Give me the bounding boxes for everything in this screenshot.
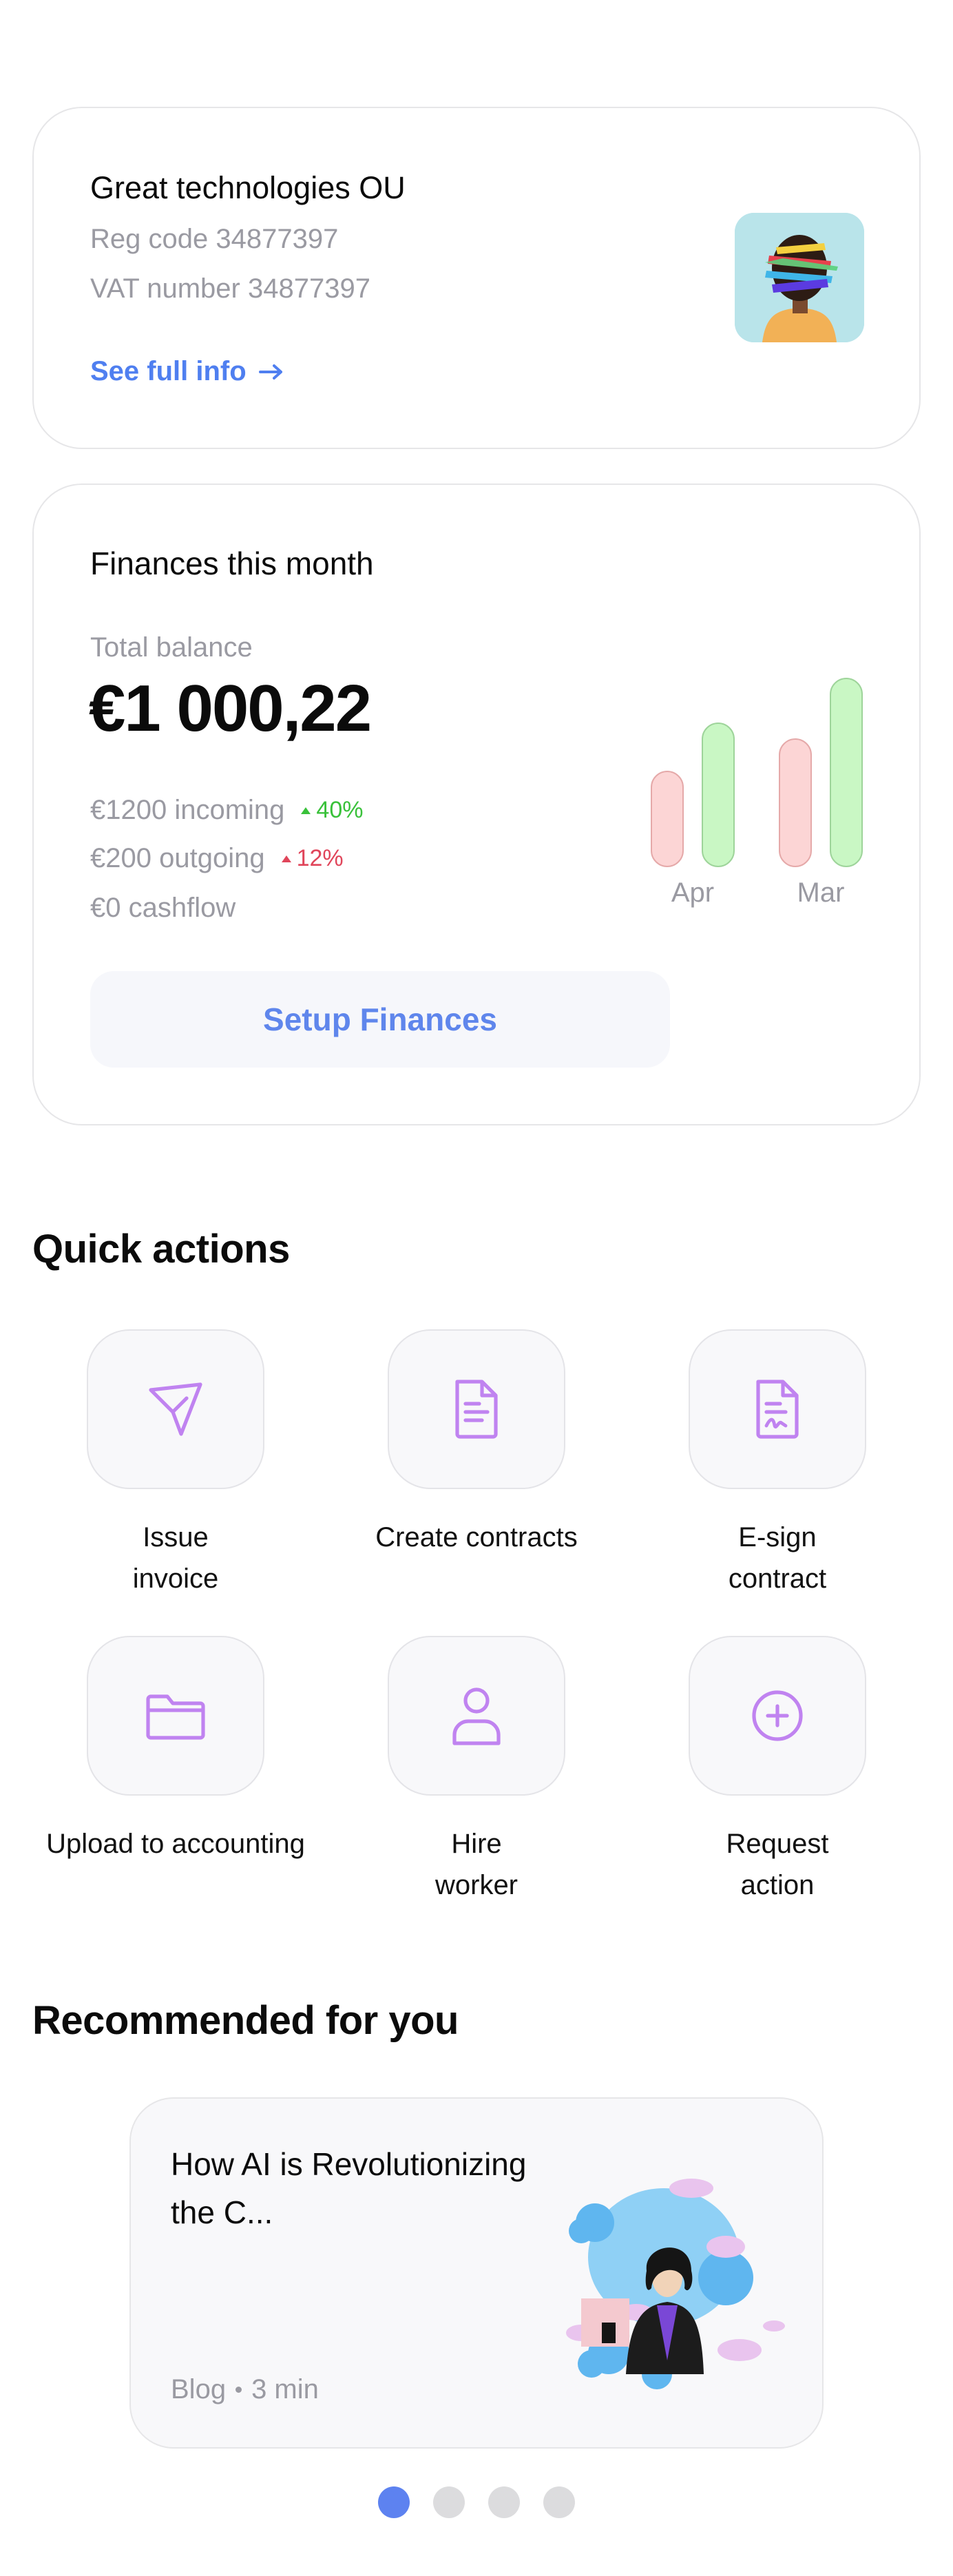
balance-label: Total balance <box>90 632 253 663</box>
action-hire-worker[interactable]: Hire worker <box>325 1636 628 1906</box>
action-e-sign-contract[interactable]: E-sign contract <box>626 1329 929 1599</box>
cashflow-amount: €0 cashflow <box>90 893 236 923</box>
incoming-pct: 40% <box>316 797 364 823</box>
incoming-change: 40% <box>301 797 363 824</box>
article-duration: 3 min <box>251 2374 319 2404</box>
pagination-dot[interactable] <box>488 2486 520 2518</box>
chart-label-mar: Mar <box>797 877 845 908</box>
send-icon <box>149 1382 202 1436</box>
finances-bar-chart: Apr Mar <box>651 674 866 908</box>
article-title: How AI is Revolutionizing the C... <box>171 2146 527 2230</box>
action-label: E-sign contract <box>728 1522 827 1594</box>
action-tile[interactable] <box>689 1329 866 1489</box>
article-illustration <box>566 2179 785 2389</box>
recommended-title: Recommended for you <box>32 1998 459 2043</box>
outgoing-row: €200 outgoing 12% <box>90 843 344 874</box>
see-full-info-label: See full info <box>90 356 247 386</box>
article-meta: Blog 3 min <box>171 2374 319 2405</box>
folder-icon <box>146 1694 205 1740</box>
action-request-action[interactable]: Request action <box>626 1636 929 1906</box>
up-triangle-icon <box>301 807 311 814</box>
total-balance: €1 000,22 <box>89 672 372 745</box>
outgoing-amount: €200 outgoing <box>90 843 265 873</box>
separator-dot <box>235 2387 242 2393</box>
pagination-dot[interactable] <box>433 2486 465 2518</box>
finances-title: Finances this month <box>90 546 374 581</box>
action-issue-invoice[interactable]: Issue invoice <box>24 1329 327 1599</box>
document-icon <box>455 1380 498 1439</box>
action-tile[interactable] <box>87 1636 264 1796</box>
company-avatar[interactable] <box>735 213 864 342</box>
cashflow-row: €0 cashflow <box>90 893 235 924</box>
incoming-amount: €1200 incoming <box>90 795 285 825</box>
chart-bar-apr-out <box>651 771 684 867</box>
action-tile[interactable] <box>388 1329 565 1489</box>
plus-circle-icon <box>752 1690 803 1741</box>
action-create-contracts[interactable]: Create contracts <box>325 1329 628 1558</box>
signed-document-icon <box>756 1380 799 1439</box>
chart-bar-mar-out <box>779 738 812 867</box>
quick-actions-title: Quick actions <box>32 1227 290 1271</box>
recommended-card[interactable]: How AI is Revolutionizing the C... Blog … <box>129 2097 824 2449</box>
pagination-dot-active[interactable] <box>378 2486 410 2518</box>
finances-card: Finances this month Total balance €1 000… <box>32 484 921 1125</box>
action-upload-to-accounting[interactable]: Upload to accounting <box>24 1636 327 1865</box>
action-label: Upload to accounting <box>46 1829 305 1859</box>
chart-label-apr: Apr <box>671 877 715 908</box>
action-label: Hire worker <box>434 1829 519 1900</box>
person-icon <box>452 1687 501 1745</box>
reg-code: Reg code 34877397 <box>90 224 339 254</box>
outgoing-pct: 12% <box>296 845 344 871</box>
action-tile[interactable] <box>388 1636 565 1796</box>
article-category: Blog <box>171 2374 227 2404</box>
chart-bar-apr-in <box>702 723 735 867</box>
incoming-row: €1200 incoming 40% <box>90 795 363 826</box>
vat-number: VAT number 34877397 <box>90 273 370 304</box>
action-label: Request action <box>726 1829 829 1900</box>
company-name: Great technologies OU <box>90 170 406 205</box>
action-label: Issue invoice <box>132 1522 219 1594</box>
up-triangle-icon <box>281 855 291 862</box>
chart-bar-mar-in <box>830 678 863 867</box>
action-tile[interactable] <box>689 1636 866 1796</box>
carousel-pagination <box>0 2486 953 2518</box>
company-card: Great technologies OU Reg code 34877397 … <box>32 107 921 449</box>
arrow-right-icon <box>258 364 282 380</box>
outgoing-change: 12% <box>281 845 344 872</box>
pagination-dot[interactable] <box>543 2486 575 2518</box>
action-tile[interactable] <box>87 1329 264 1489</box>
action-label: Create contracts <box>375 1522 578 1552</box>
avatar-art <box>735 213 864 342</box>
setup-finances-button[interactable]: Setup Finances <box>90 971 670 1068</box>
see-full-info-link[interactable]: See full info <box>90 356 284 387</box>
